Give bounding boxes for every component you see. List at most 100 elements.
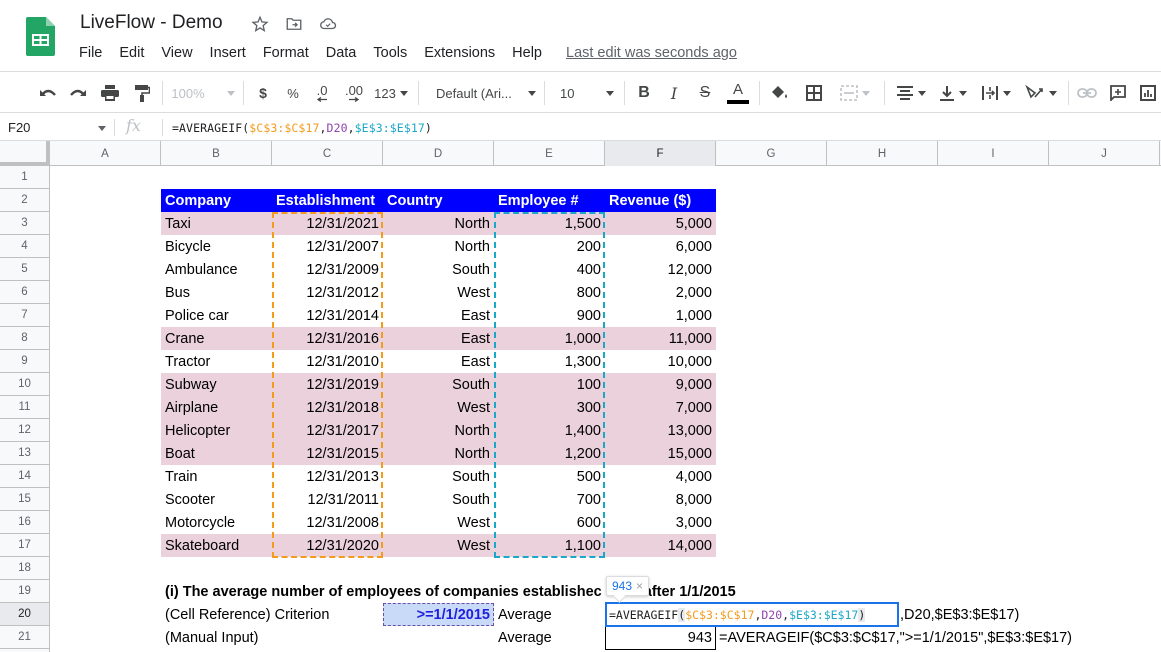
manual-formula-text[interactable]: =AVERAGEIF($C$3:$C$17,">=1/1/2015",$E$3:…: [716, 626, 1076, 649]
country-cell[interactable]: East: [383, 327, 494, 350]
header-company[interactable]: Company: [161, 189, 272, 212]
revenue-cell[interactable]: 6,000: [605, 235, 716, 258]
row-header-4[interactable]: 4: [0, 235, 49, 258]
revenue-cell[interactable]: 4,000: [605, 465, 716, 488]
revenue-cell[interactable]: 5,000: [605, 212, 716, 235]
menu-extensions[interactable]: Extensions: [423, 45, 496, 61]
row-header-9[interactable]: 9: [0, 350, 49, 373]
font-family-select[interactable]: Default (Ari...: [430, 73, 542, 113]
row-header-21[interactable]: 21: [0, 626, 49, 649]
company-cell[interactable]: Police car: [161, 304, 272, 327]
text-rotation-button[interactable]: [1020, 73, 1062, 113]
criterion-cell[interactable]: >=1/1/2015: [383, 603, 494, 626]
company-cell[interactable]: Airplane: [161, 396, 272, 419]
country-cell[interactable]: West: [383, 396, 494, 419]
name-box[interactable]: F20: [0, 114, 112, 141]
column-header-h[interactable]: H: [827, 141, 938, 166]
bold-button[interactable]: B: [633, 73, 655, 113]
establishment-cell[interactable]: 12/31/2009: [272, 258, 383, 281]
employees-cell[interactable]: 700: [494, 488, 605, 511]
italic-button[interactable]: I: [663, 73, 685, 113]
column-header-g[interactable]: G: [716, 141, 827, 166]
menu-help[interactable]: Help: [511, 45, 543, 61]
vertical-align-button[interactable]: [934, 73, 972, 113]
more-formats-button[interactable]: 123: [372, 73, 410, 113]
country-cell[interactable]: North: [383, 442, 494, 465]
country-cell[interactable]: East: [383, 304, 494, 327]
row-header-10[interactable]: 10: [0, 373, 49, 396]
country-cell[interactable]: South: [383, 258, 494, 281]
menu-file[interactable]: File: [78, 45, 103, 61]
employees-cell[interactable]: 1,400: [494, 419, 605, 442]
revenue-cell[interactable]: 13,000: [605, 419, 716, 442]
average-label-row20[interactable]: Average: [494, 603, 605, 626]
establishment-cell[interactable]: 12/31/2018: [272, 396, 383, 419]
country-cell[interactable]: West: [383, 534, 494, 557]
country-cell[interactable]: South: [383, 488, 494, 511]
sheets-logo-icon[interactable]: [26, 17, 55, 56]
menu-tools[interactable]: Tools: [372, 45, 408, 61]
row-header-14[interactable]: 14: [0, 465, 49, 488]
revenue-cell[interactable]: 1,000: [605, 304, 716, 327]
insert-comment-button[interactable]: [1105, 73, 1131, 113]
row-header-19[interactable]: 19: [0, 580, 49, 603]
company-cell[interactable]: Ambulance: [161, 258, 272, 281]
revenue-cell[interactable]: 12,000: [605, 258, 716, 281]
employees-cell[interactable]: 100: [494, 373, 605, 396]
revenue-cell[interactable]: 11,000: [605, 327, 716, 350]
average-label-row21[interactable]: Average: [494, 626, 605, 649]
last-edit-link[interactable]: Last edit was seconds ago: [566, 45, 737, 61]
revenue-cell[interactable]: 3,000: [605, 511, 716, 534]
company-cell[interactable]: Boat: [161, 442, 272, 465]
establishment-cell[interactable]: 12/31/2012: [272, 281, 383, 304]
row-header-1[interactable]: 1: [0, 166, 49, 189]
establishment-cell[interactable]: 12/31/2007: [272, 235, 383, 258]
company-cell[interactable]: Bus: [161, 281, 272, 304]
establishment-cell[interactable]: 12/31/2021: [272, 212, 383, 235]
column-header-b[interactable]: B: [161, 141, 272, 166]
establishment-cell[interactable]: 12/31/2010: [272, 350, 383, 373]
header-revenue[interactable]: Revenue ($): [605, 189, 716, 212]
header-country[interactable]: Country: [383, 189, 494, 212]
row-header-15[interactable]: 15: [0, 488, 49, 511]
close-icon[interactable]: ×: [636, 579, 643, 593]
menu-view[interactable]: View: [160, 45, 193, 61]
insert-link-button[interactable]: [1074, 73, 1100, 113]
revenue-cell[interactable]: 9,000: [605, 373, 716, 396]
row-header-13[interactable]: 13: [0, 442, 49, 465]
row-header-5[interactable]: 5: [0, 258, 49, 281]
text-color-button[interactable]: A: [725, 73, 751, 113]
currency-format-button[interactable]: $: [252, 73, 274, 113]
employees-cell[interactable]: 1,100: [494, 534, 605, 557]
select-all-corner[interactable]: [0, 141, 50, 166]
revenue-cell[interactable]: 14,000: [605, 534, 716, 557]
document-title[interactable]: LiveFlow - Demo: [80, 12, 223, 34]
company-cell[interactable]: Bicycle: [161, 235, 272, 258]
cell-grid[interactable]: Company Establishment Country Employee #…: [50, 166, 1161, 652]
column-header-f[interactable]: F: [605, 141, 716, 166]
move-to-folder-icon[interactable]: [283, 13, 305, 35]
undo-button[interactable]: [36, 73, 60, 113]
row-header-3[interactable]: 3: [0, 212, 49, 235]
text-wrapping-button[interactable]: [976, 73, 1016, 113]
row-header-17[interactable]: 17: [0, 534, 49, 557]
fill-color-button[interactable]: [768, 73, 792, 113]
establishment-cell[interactable]: 12/31/2011: [272, 488, 383, 511]
employees-cell[interactable]: 400: [494, 258, 605, 281]
country-cell[interactable]: West: [383, 281, 494, 304]
row-header-18[interactable]: 18: [0, 557, 49, 580]
zoom-select[interactable]: 100%: [170, 73, 236, 113]
cloud-saved-icon[interactable]: [317, 13, 339, 35]
strikethrough-button[interactable]: S: [694, 73, 716, 113]
borders-button[interactable]: [802, 73, 826, 113]
merge-cells-button[interactable]: [834, 73, 876, 113]
row-header-6[interactable]: 6: [0, 281, 49, 304]
row-header-12[interactable]: 12: [0, 419, 49, 442]
row-header-16[interactable]: 16: [0, 511, 49, 534]
establishment-cell[interactable]: 12/31/2013: [272, 465, 383, 488]
country-cell[interactable]: East: [383, 350, 494, 373]
establishment-cell[interactable]: 12/31/2016: [272, 327, 383, 350]
establishment-cell[interactable]: 12/31/2008: [272, 511, 383, 534]
employees-cell[interactable]: 900: [494, 304, 605, 327]
row-header-7[interactable]: 7: [0, 304, 49, 327]
